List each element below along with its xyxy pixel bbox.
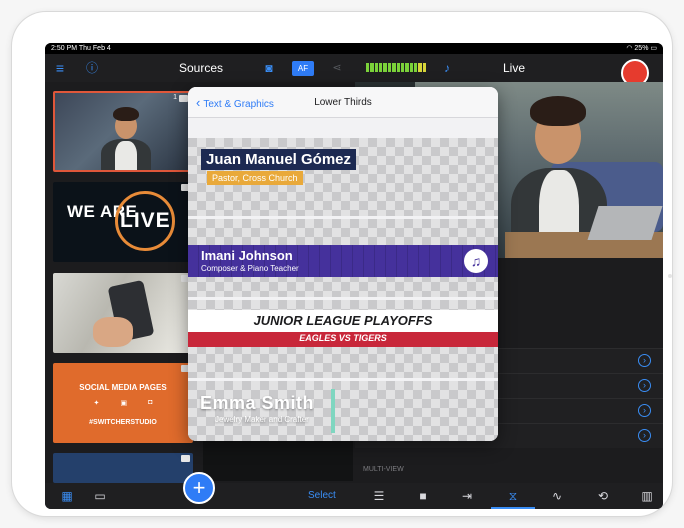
video-icon[interactable]: ■ [414, 487, 432, 505]
lower-third-item[interactable]: Juan Manuel Gómez Pastor, Cross Church [188, 138, 498, 216]
info-icon[interactable]: ⓘ [83, 59, 101, 77]
live-text: LIVE [120, 209, 171, 232]
audio-wave-icon[interactable]: ∿ [548, 487, 566, 505]
chevron-right-icon[interactable]: › [638, 404, 651, 417]
lower-third-item[interactable]: JUNIOR LEAGUE PLAYOFFS EAGLES VS TIGERS [188, 300, 498, 378]
bottom-toolbar: ▦ ▭ Select ☰ ■ ⇥ ⧖ ∿ ⟲ ▥ [45, 483, 663, 509]
loop-icon[interactable]: ⟲ [594, 487, 612, 505]
battery-icon: ▭ [650, 45, 657, 52]
live-title: Live [503, 61, 526, 75]
device-camera-dot [668, 274, 672, 278]
social-hashtag: #SWITCHERSTUDIO [89, 419, 157, 426]
top-toolbar: ≡ ⓘ Sources ◙ AF ⋖ ♪ Live [45, 54, 663, 87]
chevron-right-icon[interactable]: › [638, 379, 651, 392]
chevron-right-icon[interactable]: › [638, 429, 651, 442]
social-icons: ✦ ▣ ◘ [83, 399, 163, 407]
battery-percent: 25% [634, 45, 649, 52]
source-thumb-camera[interactable]: 1 [53, 91, 193, 172]
source-badge-icon [179, 95, 188, 102]
music-note-icon: ♫ [464, 249, 488, 273]
source-thumb-phone-video[interactable] [53, 273, 193, 353]
thumb-person-hair [113, 107, 139, 121]
hand-graphic [93, 317, 133, 347]
lower-third-name: Juan Manuel Gómez [201, 149, 357, 170]
sources-title: Sources [179, 61, 224, 75]
sheet-header: ‹ Text & Graphics Lower Thirds [188, 87, 498, 118]
source-thumb-partial[interactable] [53, 453, 193, 483]
chevron-right-icon[interactable]: › [638, 354, 651, 367]
sliders-icon[interactable]: ☰ [370, 487, 388, 505]
social-title: SOCIAL MEDIA PAGES [79, 383, 167, 392]
add-source-button[interactable]: + [183, 472, 215, 504]
lower-third-item[interactable]: Emma Smith Jewelry Maker and Crafter [188, 381, 498, 441]
lower-third-name: JUNIOR LEAGUE PLAYOFFS [253, 313, 433, 328]
source-badge-icon [181, 455, 190, 462]
select-button[interactable]: Select [308, 483, 336, 509]
audio-level-meter [366, 63, 427, 72]
grid-icon[interactable]: ▦ [58, 487, 76, 505]
mic-icon[interactable]: ♪ [438, 59, 456, 77]
lower-third-name: Emma Smith [200, 393, 315, 413]
source-thumb-we-are-live[interactable]: WE ARE LIVE [53, 182, 193, 262]
camera-icon[interactable]: ◙ [260, 59, 278, 77]
sheet-title: Lower Thirds [314, 97, 372, 108]
sheet-gap [188, 118, 498, 138]
lower-third-name: Imani Johnson [201, 248, 293, 263]
menu-icon[interactable]: ≡ [51, 59, 69, 77]
output-icon[interactable]: ⇥ [458, 487, 476, 505]
lower-third-item[interactable]: Imani Johnson Composer & Piano Teacher ♫ [188, 219, 498, 297]
preview-person-hair [530, 96, 586, 126]
share-icon[interactable]: ⋖ [328, 59, 346, 77]
preview-laptop [587, 206, 663, 240]
layout-icon[interactable]: ▭ [91, 487, 109, 505]
accent-bar [331, 389, 335, 433]
source-number: 1 [173, 94, 177, 101]
lower-third-subtitle: EAGLES VS TIGERS [299, 333, 387, 343]
lower-third-subtitle: Pastor, Cross Church [207, 171, 303, 185]
facebook-icon: ▣ [120, 400, 128, 407]
lower-third-subtitle: Composer & Piano Teacher [201, 264, 299, 273]
status-time: 2:50 PM Thu Feb 4 [51, 45, 111, 52]
status-bar: 2:50 PM Thu Feb 4 ◠ 25% ▭ [45, 43, 663, 54]
multiview-label: MULTI-VIEW [363, 466, 404, 473]
lower-thirds-sheet: ‹ Text & Graphics Lower Thirds Juan Manue… [188, 87, 498, 441]
transition-icon[interactable]: ⧖ [504, 487, 522, 505]
instagram-icon: ◘ [148, 399, 153, 406]
source-thumb-social-media[interactable]: SOCIAL MEDIA PAGES ✦ ▣ ◘ #SWITCHERSTUDIO [53, 363, 193, 443]
stats-icon[interactable]: ▥ [638, 487, 656, 505]
af-button[interactable]: AF [292, 61, 314, 76]
thumb-person-shirt [115, 141, 137, 170]
status-battery: ◠ 25% ▭ [626, 43, 657, 54]
lower-third-subtitle: Jewelry Maker and Crafter [215, 415, 309, 424]
twitter-icon: ✦ [93, 400, 100, 407]
